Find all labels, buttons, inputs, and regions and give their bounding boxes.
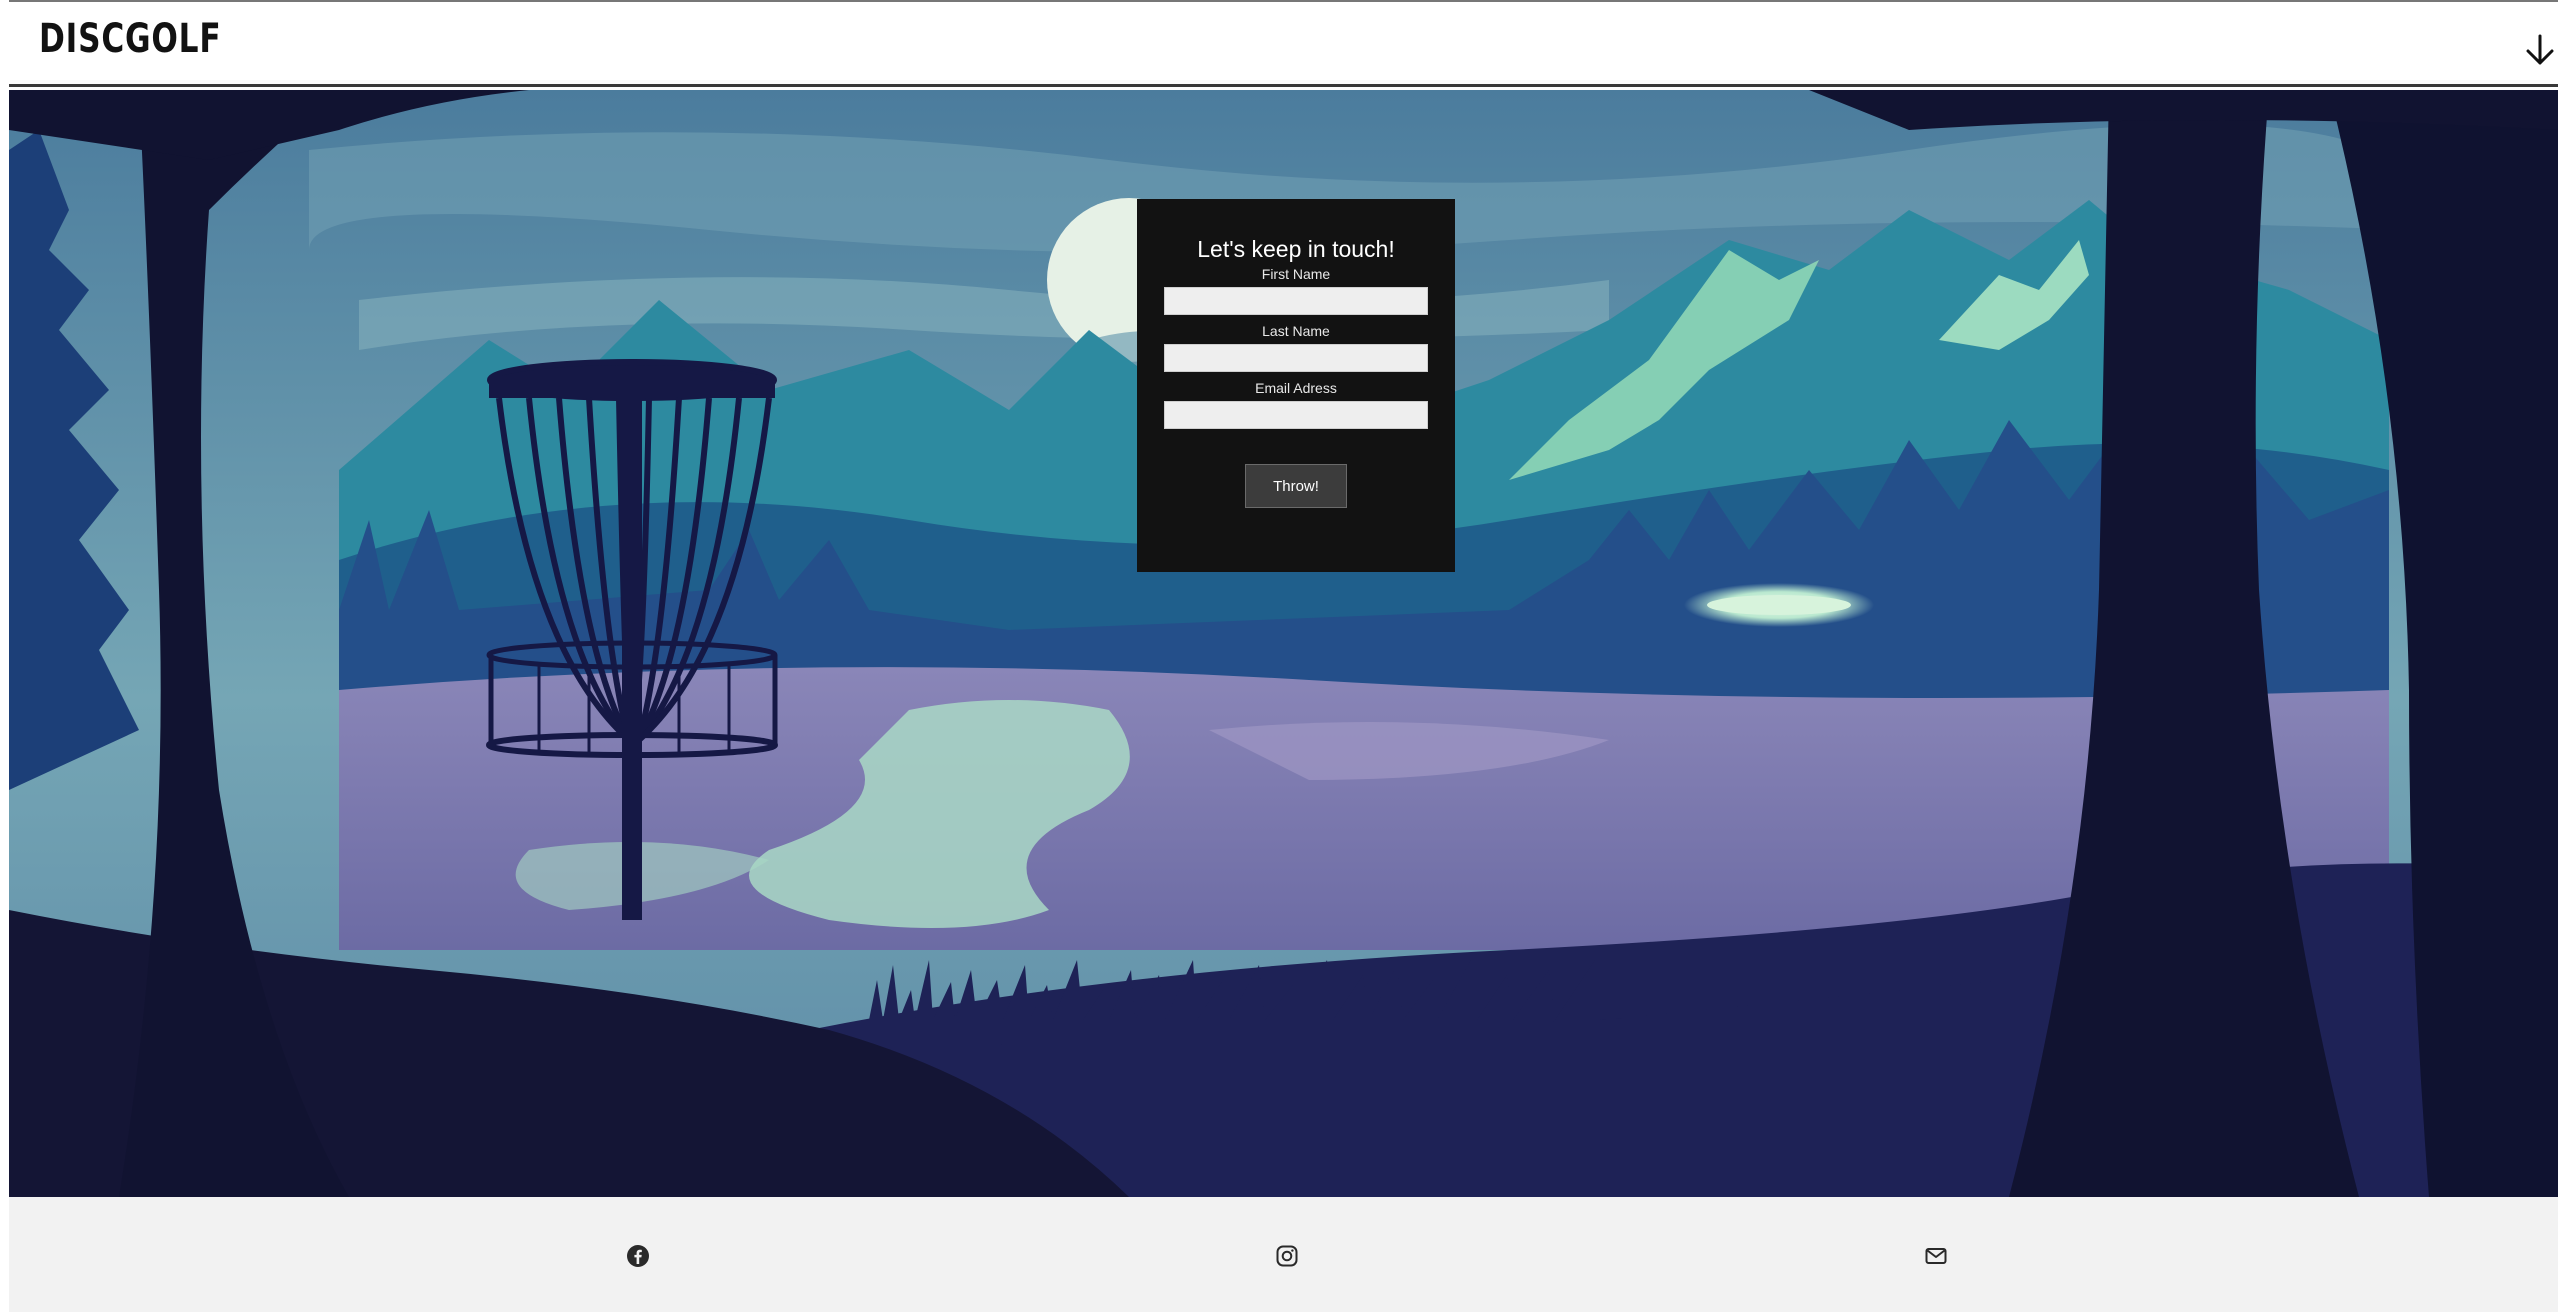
facebook-icon[interactable] [626, 1244, 650, 1268]
email-input[interactable] [1164, 401, 1428, 429]
contact-form: Let's keep in touch! First Name Last Nam… [1137, 199, 1455, 572]
throw-submit-button[interactable]: Throw! [1245, 464, 1347, 508]
site-footer [9, 1197, 2558, 1312]
form-title: Let's keep in touch! [1197, 236, 1395, 262]
last-name-input[interactable] [1164, 344, 1428, 372]
instagram-icon[interactable] [1275, 1244, 1299, 1268]
hero-section: Let's keep in touch! First Name Last Nam… [9, 90, 2558, 1197]
mail-icon[interactable] [1924, 1244, 1948, 1268]
email-label: Email Adress [1255, 380, 1337, 396]
arrow-down-icon[interactable] [2522, 32, 2558, 68]
first-name-input[interactable] [1164, 287, 1428, 315]
last-name-label: Last Name [1262, 323, 1330, 339]
site-logo[interactable]: DISCGOLF [39, 16, 221, 62]
first-name-label: First Name [1261, 266, 1331, 282]
site-header: DISCGOLF [9, 0, 2558, 87]
